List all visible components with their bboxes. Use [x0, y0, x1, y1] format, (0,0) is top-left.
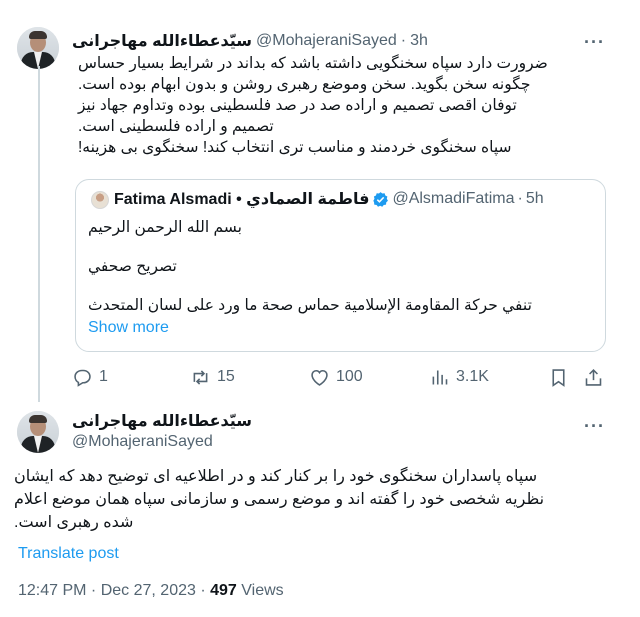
views-button[interactable]: 3.1K — [429, 366, 489, 388]
separator: · — [517, 190, 523, 207]
verified-icon — [373, 191, 389, 207]
bookmark-icon — [552, 368, 565, 387]
body-line: شده رهبری است. — [14, 514, 134, 531]
like-count: 100 — [336, 368, 363, 385]
author-name[interactable]: سیّدعطاءالله مهاجرانی — [72, 411, 252, 431]
tweet-main: سیّدعطاءالله مهاجرانی @MohajeraniSayed ·… — [0, 400, 640, 617]
quote-line: تصريح صحفي — [88, 258, 177, 275]
separator: · — [400, 32, 407, 49]
reply-count: 1 — [99, 368, 108, 385]
tweet-body: ضرورت دارد سپاه سخنگویی داشته باشد که بد… — [78, 53, 618, 158]
body-line: سپاه پاسداران سخنگوی خود را بر کنار کند … — [14, 468, 538, 485]
tweet-time[interactable]: 3h — [410, 32, 428, 50]
author-handle[interactable]: @MohajeraniSayed — [72, 433, 213, 451]
share-icon — [585, 368, 602, 386]
quote-body: بسم الله الرحمن الرحيم تصريح صحفي تنفي ح… — [88, 217, 598, 317]
author-handle[interactable]: @MohajeraniSayed — [256, 32, 397, 50]
body-line: چگونه سخن بگوید. سخن وموضع رهبری روشن و … — [78, 76, 531, 93]
views-count: 3.1K — [456, 368, 489, 385]
avatar[interactable] — [17, 411, 59, 453]
view-count: 497 — [210, 582, 237, 599]
repost-button[interactable]: 15 — [190, 366, 235, 388]
quote-handle: @AlsmadiFatima — [392, 190, 515, 207]
timestamp[interactable]: 12:47 PM · Dec 27, 2023 · — [18, 582, 206, 599]
repost-count: 15 — [217, 368, 235, 385]
body-line: ضرورت دارد سپاه سخنگویی داشته باشد که بد… — [78, 55, 548, 72]
avatar[interactable] — [17, 27, 59, 69]
quote-line: تنفي حركة المقاومة الإسلامية حماس صحة ما… — [88, 297, 532, 314]
body-line: توفان اقصی تصمیم و اراده صد در صد فلسطین… — [78, 97, 517, 114]
thread-connector — [38, 66, 40, 402]
repost-icon — [193, 369, 208, 385]
reply-icon — [74, 369, 91, 387]
like-button[interactable]: 100 — [309, 366, 363, 388]
tweet-header: سیّدعطاءالله مهاجرانی @MohajeraniSayed ·… — [72, 31, 572, 51]
bookmark-button[interactable] — [548, 366, 569, 388]
quote-author-name: Fatima Alsmadi • فاطمة الصمادي — [114, 191, 370, 208]
quoted-tweet[interactable]: Fatima Alsmadi • فاطمة الصمادي @AlsmadiF… — [75, 179, 606, 352]
action-bar: 1 15 100 3.1K — [72, 366, 612, 388]
tweet-body: سپاه پاسداران سخنگوی خود را بر کنار کند … — [14, 465, 610, 534]
tweet-parent[interactable]: سیّدعطاءالله مهاجرانی @MohajeraniSayed ·… — [0, 0, 640, 402]
tweet-meta: 12:47 PM · Dec 27, 2023 · 497 Views — [18, 582, 284, 600]
reply-button[interactable]: 1 — [72, 366, 108, 388]
quote-avatar — [91, 191, 109, 209]
views-label: Views — [241, 582, 284, 599]
body-line: نظریه شخصی خود را گفته اند و موضع رسمی و… — [14, 491, 545, 508]
body-line: سپاه سخنگوی خردمند و مناسب تری انتخاب کن… — [78, 139, 512, 156]
quote-time: 5h — [525, 190, 544, 207]
more-icon[interactable]: ··· — [584, 417, 604, 441]
quote-line: بسم الله الرحمن الرحيم — [88, 219, 242, 236]
show-more-link[interactable]: Show more — [88, 319, 169, 337]
views-icon — [432, 370, 448, 384]
author-name[interactable]: سیّدعطاءالله مهاجرانی — [72, 31, 252, 51]
body-line: تصمیم و اراده فلسطینی است. — [78, 118, 274, 135]
quote-header: Fatima Alsmadi • فاطمة الصمادي @AlsmadiF… — [114, 189, 594, 209]
translate-link[interactable]: Translate post — [18, 545, 119, 563]
share-button[interactable] — [583, 366, 604, 388]
like-icon — [311, 369, 328, 386]
